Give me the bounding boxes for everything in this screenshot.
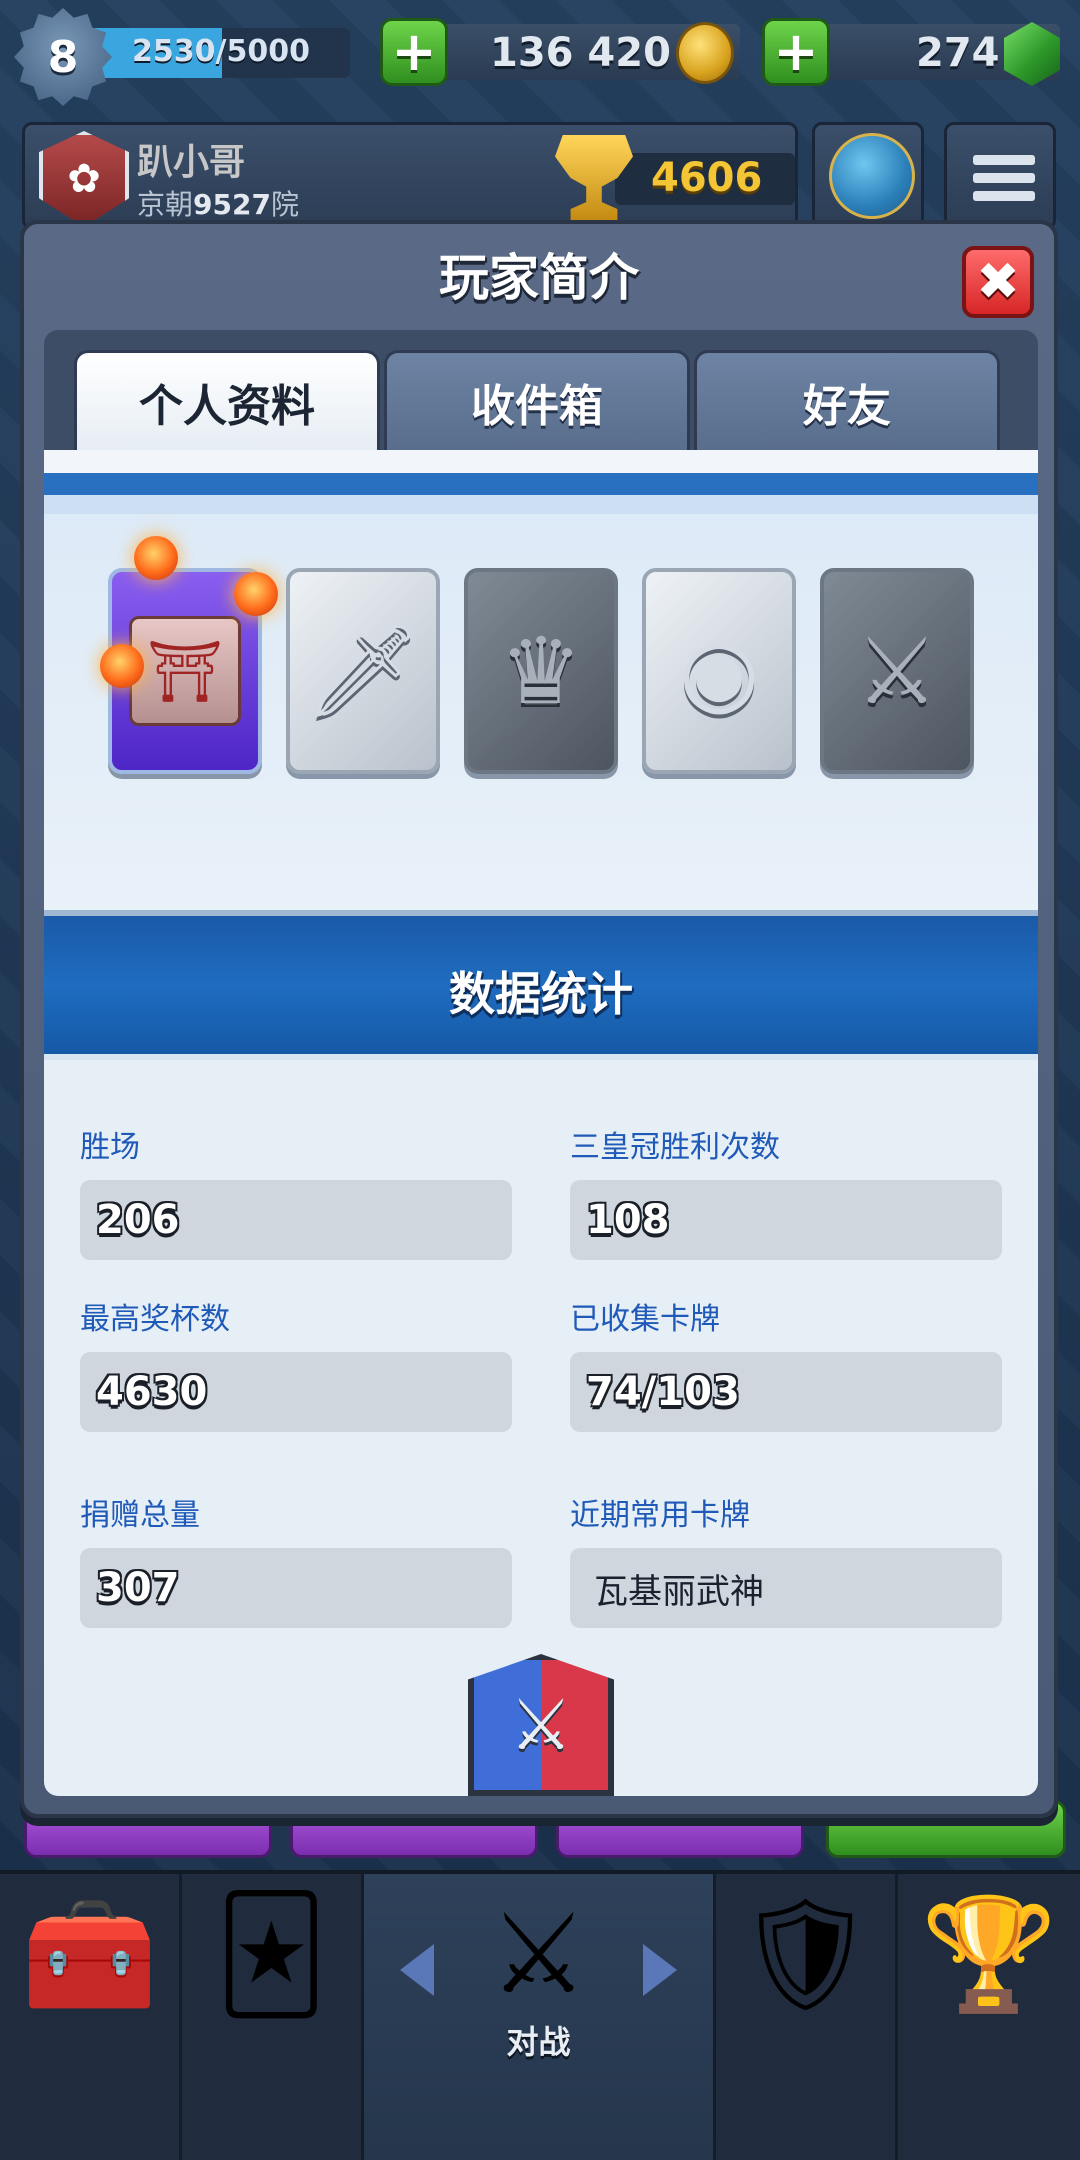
crown-icon: ♛ — [499, 617, 583, 725]
stat-cards-found: 已收集卡牌 74/103 — [570, 1294, 1002, 1432]
arena-icon: ⛩ — [129, 616, 241, 726]
stat-label: 胜场 — [80, 1130, 140, 1165]
lantern-icon — [134, 536, 178, 580]
gold-coin-icon — [676, 22, 734, 84]
nav-clan[interactable]: 🛡 — [716, 1874, 898, 2160]
player-name: 趴小哥 — [137, 142, 246, 183]
stat-box: 74/103 — [570, 1352, 1002, 1432]
badge-medal[interactable]: ◉ — [642, 568, 796, 774]
stat-value: 4630 — [96, 1369, 208, 1415]
stat-three-crown-wins: 三皇冠胜利次数 108 — [570, 1122, 1002, 1260]
crossed-swords-icon: ⚔ — [489, 1890, 588, 2018]
level-number: 8 — [47, 31, 79, 83]
level-badge[interactable]: 8 — [14, 8, 112, 106]
xp-text: 2530/5000 — [132, 34, 310, 69]
globe-icon — [829, 133, 915, 219]
player-strip[interactable]: ✿ 趴小哥 京朝9527院 4606 — [22, 122, 798, 230]
clan-badge-icon: ✿ — [39, 131, 129, 227]
stats-header: 数据统计 — [44, 910, 1038, 1060]
stat-favourite-card: 近期常用卡牌 瓦基丽武神 — [570, 1490, 1002, 1628]
stat-value: 瓦基丽武神 — [594, 1571, 764, 1612]
nav-events[interactable]: 🏆 — [898, 1874, 1080, 2160]
nav-battle-label: 对战 — [506, 2023, 571, 2061]
stat-label: 最高奖杯数 — [80, 1302, 230, 1337]
stat-label: 近期常用卡牌 — [570, 1498, 750, 1533]
badges-area: ⛩ 🗡 ♛ ◉ ⚔ — [44, 514, 1038, 914]
buy-gems-button[interactable]: + — [762, 18, 830, 86]
stat-total-donations: 捐赠总量 307 — [80, 1490, 512, 1628]
tab-profile[interactable]: 个人资料 — [74, 350, 380, 450]
badge-crown[interactable]: ♛ — [464, 568, 618, 774]
stat-label: 捐赠总量 — [80, 1498, 200, 1533]
laurel-emote-icon: 🏆 — [920, 1890, 1058, 2018]
content-stripe — [44, 450, 1038, 514]
tab-bar: 个人资料 收件箱 好友 — [74, 350, 1014, 450]
profile-panel: 个人资料 收件箱 好友 ⛩ 🗡 ♛ ◉ ⚔ 数据统计 胜场 206 三皇冠胜利次… — [44, 330, 1038, 1796]
treasure-chest-icon: 🧰 — [21, 1890, 158, 2018]
cards-icon: 🃏 — [215, 1890, 328, 2018]
buy-gold-button[interactable]: + — [380, 18, 448, 86]
bottom-nav: 🧰 🃏 ⚔ 对战 🛡 🏆 — [0, 1870, 1080, 2160]
stat-label: 已收集卡牌 — [570, 1302, 720, 1337]
stat-value: 307 — [96, 1565, 180, 1611]
stat-value: 74/103 — [586, 1369, 740, 1415]
gold-amount: 136 420 — [490, 30, 671, 76]
close-button[interactable]: ✖ — [962, 246, 1034, 318]
resource-bar: 2530/5000 8 + 136 420 + 274 — [0, 0, 1080, 110]
clan-prefix: 京朝 — [137, 188, 194, 221]
crossed-swords-shield-icon: ⚔ — [855, 617, 939, 725]
nav-cards[interactable]: 🃏 — [182, 1874, 364, 2160]
stat-highest-trophies: 最高奖杯数 4630 — [80, 1294, 512, 1432]
player-profile-modal: 玩家简介 ✖ 个人资料 收件箱 好友 ⛩ 🗡 ♛ ◉ ⚔ 数据统计 胜场 206… — [20, 220, 1058, 1818]
stat-box: 206 — [80, 1180, 512, 1260]
stat-box: 瓦基丽武神 — [570, 1548, 1002, 1628]
stat-wins: 胜场 206 — [80, 1122, 512, 1260]
stat-box: 307 — [80, 1548, 512, 1628]
badge-crossed-swords[interactable]: ⚔ — [820, 568, 974, 774]
stat-value: 108 — [586, 1197, 670, 1243]
xp-bar: 2530/5000 — [90, 28, 350, 78]
stat-label: 三皇冠胜利次数 — [570, 1130, 780, 1165]
nav-shop[interactable]: 🧰 — [0, 1874, 182, 2160]
lantern-icon — [234, 572, 278, 616]
nav-battle[interactable]: ⚔ 对战 — [364, 1874, 716, 2160]
tab-friends[interactable]: 好友 — [694, 350, 1000, 450]
tab-inbox[interactable]: 收件箱 — [384, 350, 690, 450]
crossed-swords-shield-icon: ⚔ — [468, 1654, 614, 1796]
leaderboard-button[interactable] — [812, 122, 924, 230]
clan-shield-icon: 🛡 — [735, 1890, 876, 2018]
arrow-right-icon[interactable] — [643, 1944, 677, 1996]
profile-content: ⛩ 🗡 ♛ ◉ ⚔ 数据统计 胜场 206 三皇冠胜利次数 108 最高奖杯数 … — [44, 450, 1038, 1796]
menu-button[interactable] — [944, 122, 1056, 230]
trophy-count: 4606 — [651, 155, 763, 201]
clan-suffix: 院 — [270, 188, 299, 221]
clan-name: 京朝9527院 — [137, 183, 299, 223]
menu-icon — [973, 155, 1035, 209]
stats-title: 数据统计 — [449, 967, 633, 1021]
stat-value: 206 — [96, 1197, 180, 1243]
arrow-left-icon[interactable] — [400, 1944, 434, 1996]
sword-laurel-icon: 🗡 — [304, 617, 422, 724]
lantern-icon — [100, 644, 144, 688]
stat-box: 108 — [570, 1180, 1002, 1260]
gem-amount: 274 — [916, 30, 1000, 76]
badge-sword-laurel[interactable]: 🗡 — [286, 568, 440, 774]
modal-title: 玩家简介 — [439, 249, 639, 307]
medal-icon: ◉ — [678, 617, 760, 725]
clan-number: 9527 — [193, 188, 271, 221]
stat-box: 4630 — [80, 1352, 512, 1432]
